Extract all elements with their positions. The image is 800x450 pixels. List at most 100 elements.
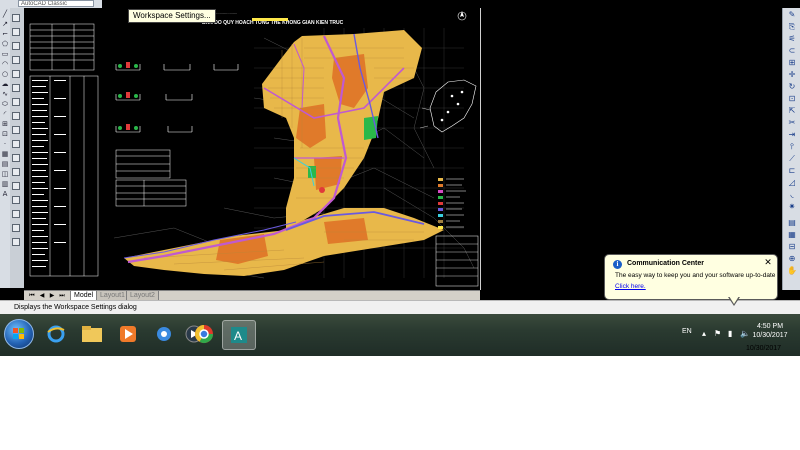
title-highlight	[252, 18, 288, 21]
pan-icon[interactable]: ✋	[787, 266, 797, 276]
close-icon[interactable]: ✕	[763, 258, 773, 268]
spline-icon[interactable]: ∿	[1, 90, 9, 98]
zoom-icon[interactable]: ⊕	[787, 254, 797, 264]
move-icon[interactable]: ✛	[787, 70, 797, 80]
array-icon[interactable]	[12, 70, 20, 78]
workspace-dropdown[interactable]: AutoCAD Classic	[18, 0, 94, 7]
inset-map	[419, 79, 477, 133]
action-center-icon[interactable]: ⚑	[714, 329, 721, 338]
arc-icon[interactable]: ◠	[1, 60, 9, 68]
modify-toolbar	[10, 8, 25, 288]
autocad-icon[interactable]: A	[222, 320, 256, 350]
layer-icon[interactable]: ▤	[787, 218, 797, 228]
match-properties-icon[interactable]: ⊟	[787, 242, 797, 252]
construction-line-icon[interactable]: ↗	[1, 20, 9, 28]
legend	[435, 178, 479, 287]
language-indicator[interactable]: EN	[682, 328, 692, 335]
join-icon[interactable]: ⊏	[787, 166, 797, 176]
break-icon[interactable]: ⟋	[787, 154, 797, 164]
gradient-icon[interactable]: ▤	[1, 160, 9, 168]
taskbar: A EN ▴ ⚑ ▮ 🔈 4:50 PM 10/30/2017	[0, 314, 800, 356]
multiline-text-icon[interactable]: A	[1, 190, 9, 198]
rotate-icon[interactable]: ↻	[787, 82, 797, 92]
circle-icon[interactable]: ○	[1, 70, 9, 78]
clock-time: 4:50 PM	[756, 323, 784, 330]
clock-date: 10/30/2017	[752, 332, 788, 339]
balloon-title: Communication Center	[627, 260, 705, 267]
svg-text:A: A	[234, 329, 242, 343]
drawing-canvas[interactable]: ........................................…	[24, 8, 782, 290]
balloon-tail-fill	[729, 296, 739, 304]
north-arrow-icon	[457, 11, 467, 21]
insert-block-icon[interactable]: ⊞	[1, 120, 9, 128]
offset-icon[interactable]	[12, 56, 20, 64]
last-tab-icon[interactable]: ⏭	[58, 292, 66, 299]
copy-icon[interactable]	[12, 28, 20, 36]
polygon-icon[interactable]: ⬠	[1, 40, 9, 48]
duplicate-date-label: 10/30/2017	[746, 345, 782, 352]
ie-icon[interactable]	[44, 322, 68, 346]
chrome-icon[interactable]	[192, 322, 216, 346]
next-tab-icon[interactable]: ▶	[48, 292, 56, 299]
system-clock[interactable]: 4:50 PM 10/30/2017	[748, 322, 792, 340]
explode-icon[interactable]: ✷	[787, 202, 797, 212]
chamfer-icon[interactable]: ◿	[787, 178, 797, 188]
point-icon[interactable]: ·	[1, 140, 9, 148]
first-tab-icon[interactable]: ⏮	[28, 292, 36, 299]
messenger-icon[interactable]	[152, 322, 176, 346]
revision-cloud-icon[interactable]: ☁	[1, 80, 9, 88]
scale-icon[interactable]: ⊡	[787, 94, 797, 104]
properties-icon[interactable]	[12, 238, 20, 246]
explode-icon[interactable]	[12, 224, 20, 232]
offset-icon[interactable]: ⊂	[787, 46, 797, 56]
join-icon[interactable]	[12, 182, 20, 190]
windows-logo-icon	[13, 328, 25, 340]
extend-icon[interactable]: ⇥	[787, 130, 797, 140]
network-icon[interactable]: ▮	[728, 329, 732, 338]
chamfer-icon[interactable]	[12, 196, 20, 204]
info-icon: i	[613, 260, 622, 269]
fillet-icon[interactable]: ◟	[787, 190, 797, 200]
rotate-icon[interactable]	[12, 98, 20, 106]
array-icon[interactable]: ⊞	[787, 58, 797, 68]
stretch-icon[interactable]: ⇱	[787, 106, 797, 116]
erase-icon[interactable]: ✎	[787, 10, 797, 20]
move-icon[interactable]	[12, 84, 20, 92]
table-rows	[32, 80, 66, 267]
prev-tab-icon[interactable]: ◀	[38, 292, 46, 299]
rectangle-icon[interactable]: ▭	[1, 50, 9, 58]
break-icon[interactable]	[12, 168, 20, 176]
media-player-icon[interactable]	[116, 322, 140, 346]
erase-icon[interactable]	[12, 14, 20, 22]
polyline-icon[interactable]: ⌐	[1, 30, 9, 38]
copy-icon[interactable]: ⎘	[787, 22, 797, 32]
scale-icon[interactable]	[12, 112, 20, 120]
ellipse-arc-icon[interactable]: ◜	[1, 110, 9, 118]
table-icon[interactable]: ▥	[1, 180, 9, 188]
click-here-link[interactable]: Click here.	[615, 283, 646, 290]
data-tables	[29, 23, 187, 277]
red-markers	[126, 62, 130, 130]
mirror-icon[interactable]	[12, 42, 20, 50]
explorer-icon[interactable]	[80, 322, 104, 346]
road-cross-sections	[115, 64, 239, 133]
tooltip: Workspace Settings...	[128, 9, 216, 23]
layer-properties-icon[interactable]: ▦	[787, 230, 797, 240]
show-hidden-icons-icon[interactable]: ▴	[702, 329, 706, 338]
line-icon[interactable]: ╱	[1, 10, 9, 18]
communication-center-balloon[interactable]: i Communication Center ✕ The easy way to…	[604, 254, 778, 300]
status-text: Displays the Workspace Settings dialog	[14, 304, 137, 311]
trim-icon[interactable]	[12, 140, 20, 148]
start-button[interactable]	[4, 319, 34, 349]
hatch-icon[interactable]: ▦	[1, 150, 9, 158]
ellipse-icon[interactable]: ⬭	[1, 100, 9, 108]
break-at-point-icon[interactable]: ⫯	[787, 142, 797, 152]
mirror-icon[interactable]: ⚟	[787, 34, 797, 44]
extend-icon[interactable]	[12, 154, 20, 162]
stretch-icon[interactable]	[12, 126, 20, 134]
make-block-icon[interactable]: ⊡	[1, 130, 9, 138]
trim-icon[interactable]: ✂	[787, 118, 797, 128]
region-icon[interactable]: ◫	[1, 170, 9, 178]
balloon-message: The easy way to keep you and your softwa…	[615, 272, 776, 279]
fillet-icon[interactable]	[12, 210, 20, 218]
